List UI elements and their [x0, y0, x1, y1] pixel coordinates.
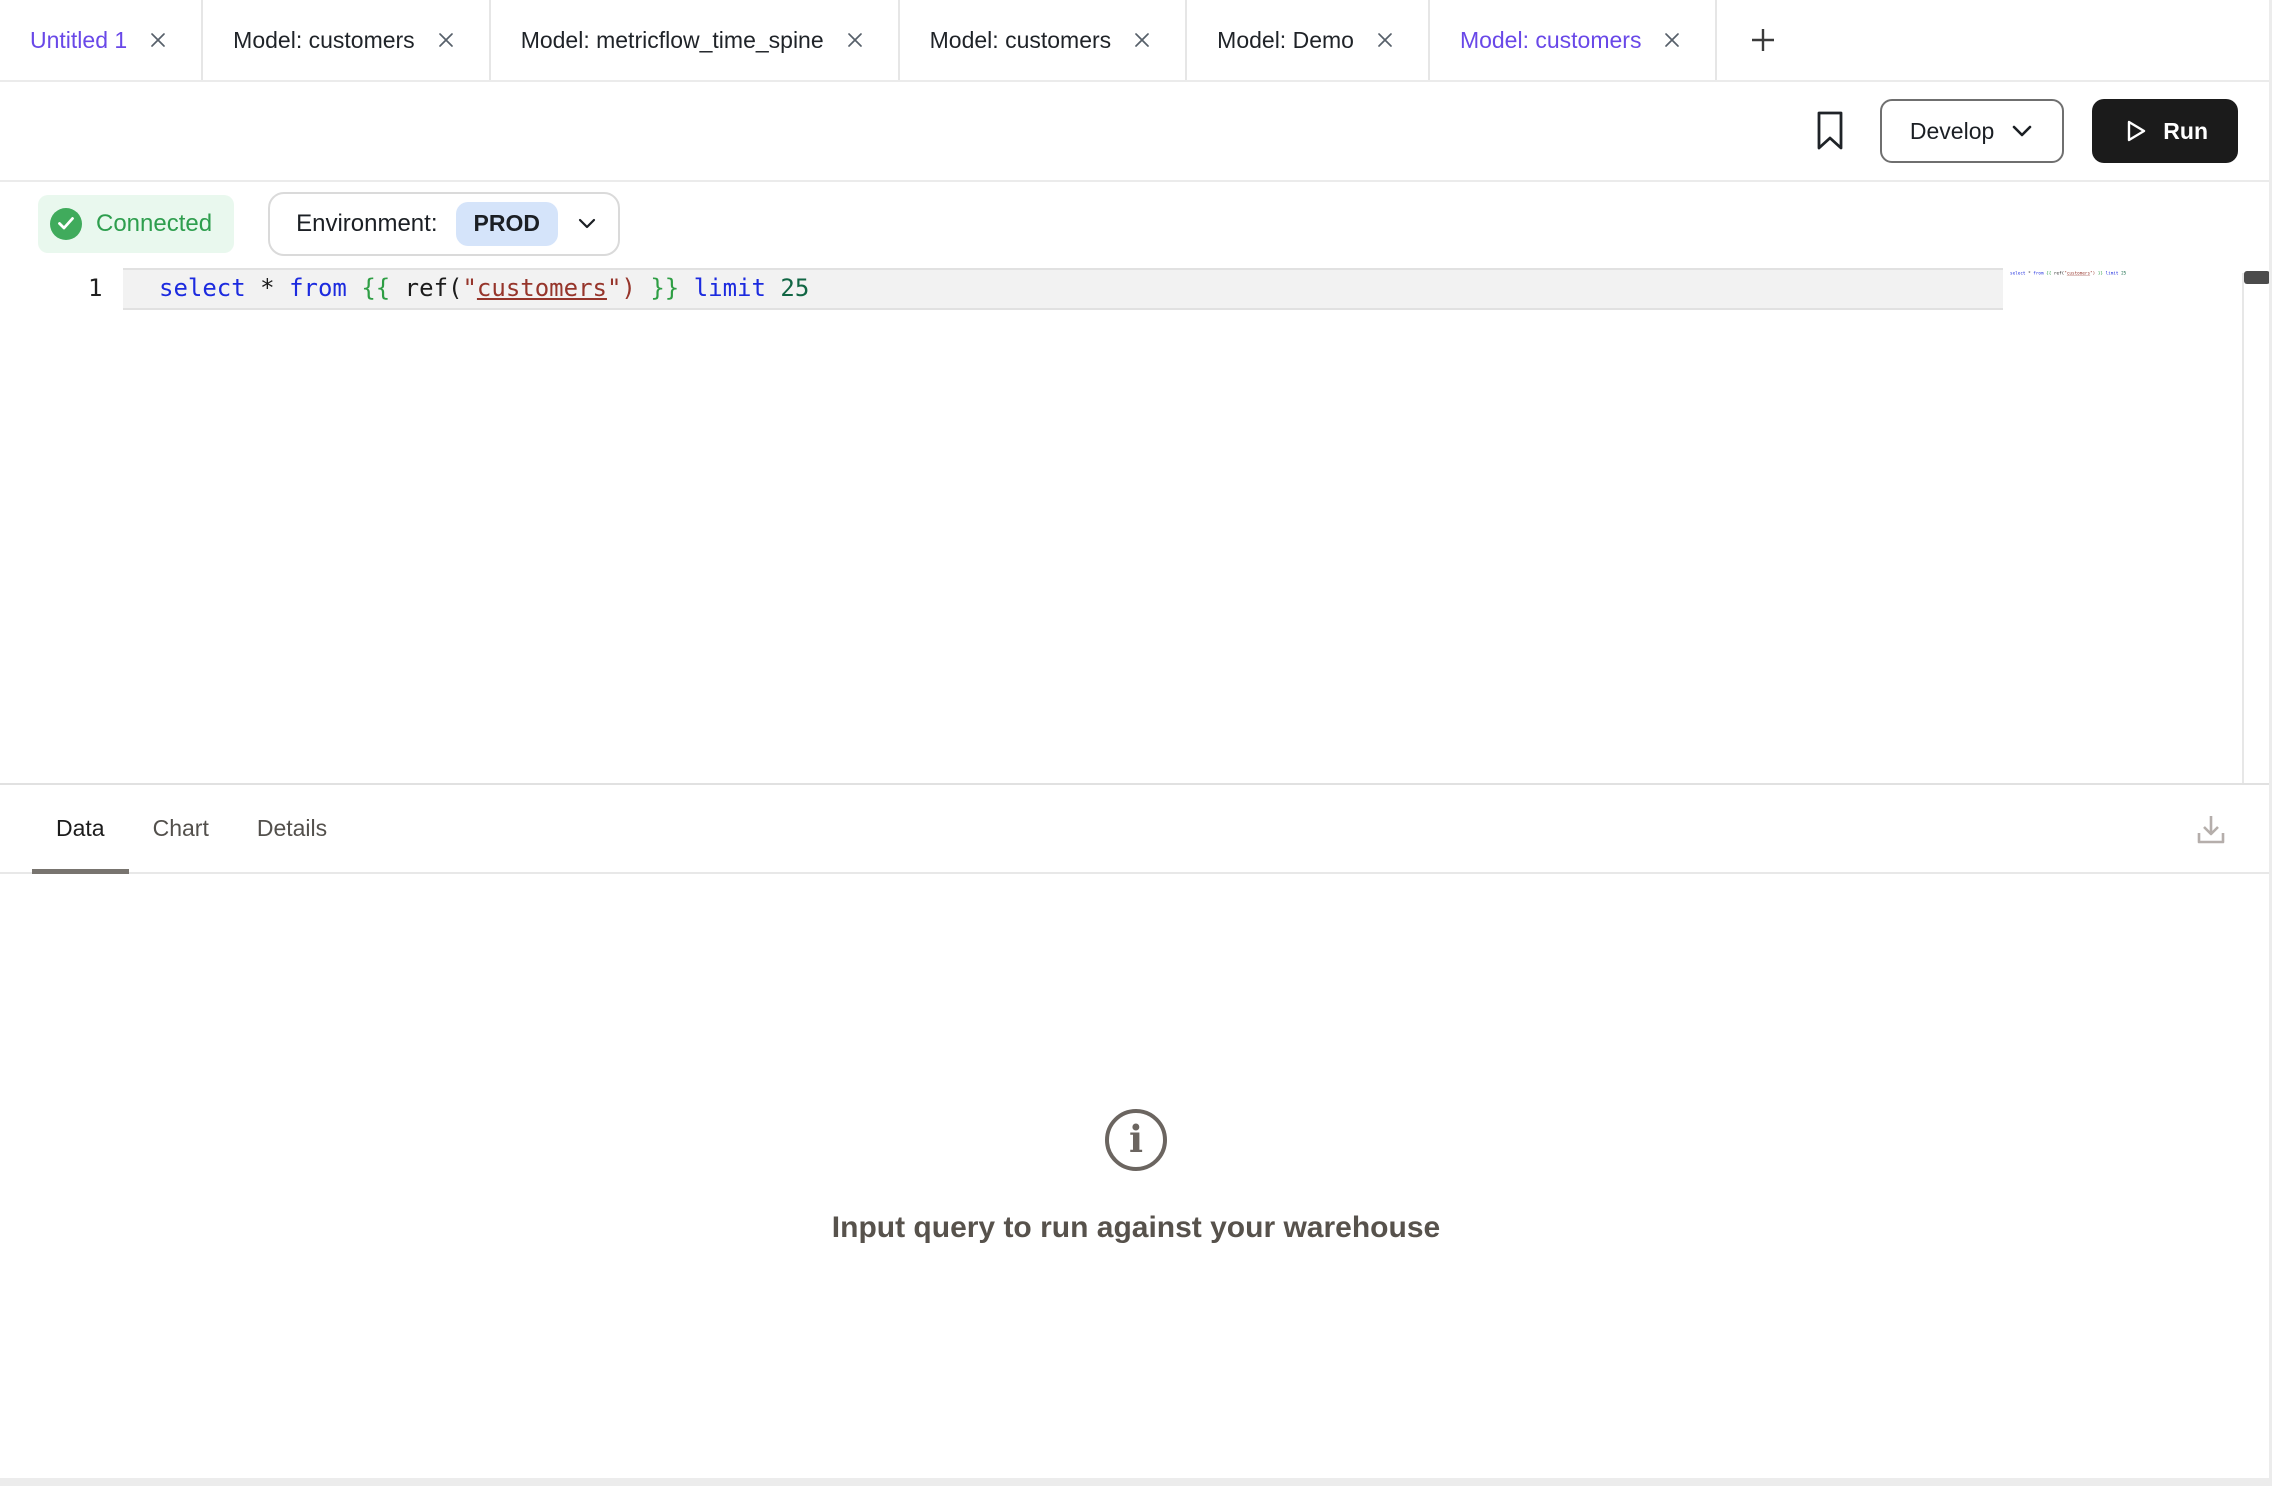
- connected-dot: [50, 208, 82, 240]
- chevron-down-icon: [2010, 124, 2034, 139]
- code-token-plain: ref(: [2051, 271, 2064, 276]
- code-token-number: 25: [2121, 271, 2126, 276]
- develop-button[interactable]: Develop: [1880, 99, 2064, 163]
- code-token-string: ): [621, 274, 635, 302]
- tab-close-button[interactable]: [1372, 27, 1398, 53]
- results-empty-state: i Input query to run against your wareho…: [0, 874, 2272, 1480]
- code-token-keyword: from: [289, 274, 347, 302]
- code-token-plain: [347, 274, 361, 302]
- line-number: 1: [88, 268, 102, 310]
- code-token-keyword: limit: [2106, 271, 2119, 276]
- tab-bar-filler: [1809, 0, 2272, 80]
- code-token-brace: }}: [650, 274, 679, 302]
- results-tab-data[interactable]: Data: [32, 785, 129, 872]
- editor-tab-4[interactable]: Model: Demo: [1187, 0, 1430, 80]
- editor-tab-0[interactable]: Untitled 1: [0, 0, 203, 80]
- code-token-string: ": [462, 274, 476, 302]
- code-editor[interactable]: 1 select * from {{ ref("customers") }} l…: [0, 265, 2272, 783]
- code-token-plain: [766, 274, 780, 302]
- toolbar: Develop Run: [0, 82, 2272, 182]
- code-token-plain: [636, 274, 650, 302]
- code-token-keyword: limit: [694, 274, 766, 302]
- editor-tab-5[interactable]: Model: customers: [1430, 0, 1718, 80]
- tab-close-button[interactable]: [145, 27, 171, 53]
- results-tab-label: Details: [257, 815, 327, 842]
- code-token-plain: ref(: [390, 274, 462, 302]
- environment-label: Environment:: [296, 210, 437, 238]
- tab-bar: Untitled 1 Model: customers Model: metricf…: [0, 0, 2272, 82]
- chevron-down-icon: [576, 217, 598, 231]
- results-tab-label: Chart: [153, 815, 209, 842]
- code-token-plain: *: [2025, 271, 2033, 276]
- download-button[interactable]: [2190, 808, 2232, 850]
- code-token-keyword: select: [2010, 271, 2025, 276]
- code-token-number: 25: [780, 274, 809, 302]
- code-token-plain: *: [246, 274, 289, 302]
- editor-tab-3[interactable]: Model: customers: [900, 0, 1188, 80]
- environment-value-badge: PROD: [456, 202, 558, 246]
- info-icon: i: [1105, 1109, 1167, 1171]
- code-token-string_link: customers: [2067, 271, 2090, 276]
- editor-tab-2[interactable]: Model: metricflow_time_spine: [491, 0, 900, 80]
- ide-window: Untitled 1 Model: customers Model: metricf…: [0, 0, 2272, 1486]
- results-tab-label: Data: [56, 815, 105, 842]
- connection-status-label: Connected: [96, 210, 212, 238]
- plus-icon: [1748, 25, 1778, 55]
- window-bottom-edge: [0, 1478, 2272, 1486]
- tab-close-button[interactable]: [433, 27, 459, 53]
- tab-label: Model: Demo: [1217, 27, 1354, 54]
- play-icon: [2122, 118, 2148, 144]
- tab-label: Model: customers: [930, 27, 1112, 54]
- run-label: Run: [2163, 118, 2208, 145]
- editor-scrollbar-thumb[interactable]: [2244, 271, 2270, 284]
- new-tab-button[interactable]: [1717, 0, 1809, 80]
- results-tab-details[interactable]: Details: [233, 785, 351, 872]
- download-icon: [2190, 808, 2232, 850]
- tab-label: Model: customers: [1460, 27, 1642, 54]
- close-icon: [1660, 28, 1684, 52]
- code-token-string: ": [607, 274, 621, 302]
- code-token-brace: {{: [361, 274, 390, 302]
- close-icon: [434, 28, 458, 52]
- close-icon: [1373, 28, 1397, 52]
- check-icon: [57, 216, 75, 231]
- code-token-string_link: customers: [477, 274, 607, 302]
- bookmark-button[interactable]: [1808, 104, 1852, 158]
- tab-label: Untitled 1: [30, 27, 127, 54]
- results-tab-chart[interactable]: Chart: [129, 785, 233, 872]
- editor-scrollbar-track: [2242, 273, 2244, 783]
- results-tab-bar: Data Chart Details: [0, 785, 2272, 874]
- run-button[interactable]: Run: [2092, 99, 2238, 163]
- tab-close-button[interactable]: [1129, 27, 1155, 53]
- tab-close-button[interactable]: [1659, 27, 1685, 53]
- status-bar: Connected Environment: PROD: [0, 182, 2272, 265]
- code-token-plain: [679, 274, 693, 302]
- editor-minimap[interactable]: select * from {{ ref("customers") }} lim…: [2010, 271, 2126, 276]
- tab-label: Model: metricflow_time_spine: [521, 27, 824, 54]
- close-icon: [1130, 28, 1154, 52]
- code-token-keyword: from: [2033, 271, 2043, 276]
- tab-close-button[interactable]: [842, 27, 868, 53]
- tab-label: Model: customers: [233, 27, 415, 54]
- code-line[interactable]: select * from {{ ref("customers") }} lim…: [159, 268, 809, 310]
- develop-label: Develop: [1910, 118, 1994, 145]
- empty-state-message: Input query to run against your warehous…: [832, 1211, 1440, 1245]
- editor-tab-1[interactable]: Model: customers: [203, 0, 491, 80]
- close-icon: [146, 28, 170, 52]
- environment-selector[interactable]: Environment: PROD: [268, 192, 620, 256]
- bookmark-icon: [1812, 108, 1848, 154]
- connection-badge: Connected: [38, 195, 234, 253]
- results-panel: Data Chart Details i Input query to run ag…: [0, 783, 2272, 1480]
- code-token-keyword: select: [159, 274, 246, 302]
- close-icon: [843, 28, 867, 52]
